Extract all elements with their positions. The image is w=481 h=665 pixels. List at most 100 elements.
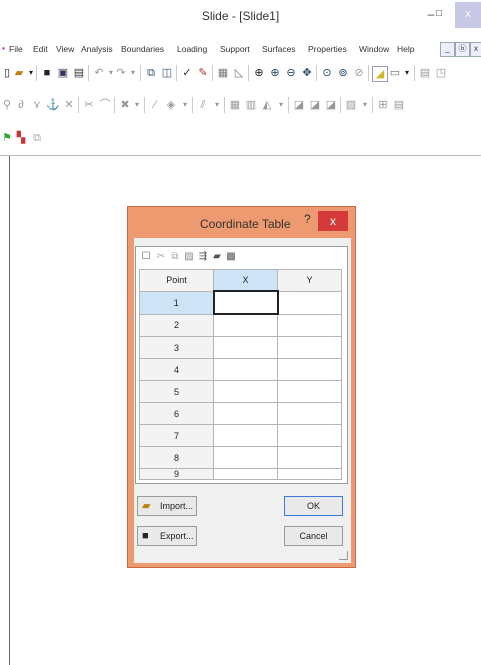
pan-icon[interactable]: ✥ [300,66,314,80]
cut-icon[interactable]: ✂ [154,250,168,264]
menu-surfaces[interactable]: Surfaces [262,44,296,54]
y-cell[interactable] [277,446,342,469]
print-icon[interactable]: ▤ [72,66,86,80]
mdi-minimize-button[interactable]: _ [440,42,455,57]
fill-c-icon[interactable]: ◪ [324,98,338,112]
row-header[interactable]: 8 [139,446,214,469]
fill-b-icon[interactable]: ◪ [308,98,322,112]
menu-window[interactable]: Window [359,44,389,54]
row-header[interactable]: 9 [139,468,214,480]
dialog-title-bar[interactable]: Coordinate Table ? x [128,207,357,238]
menu-boundaries[interactable]: Boundaries [121,44,164,54]
menu-help[interactable]: Help [397,44,414,54]
chart-dropdown-icon[interactable]: ▾ [274,98,288,112]
diamond-dropdown-icon[interactable]: ▾ [178,98,192,112]
menu-file[interactable]: File [9,44,23,54]
delete-row-icon[interactable]: ▰ [210,250,224,264]
zoom-window-icon[interactable]: ⊙ [320,66,334,80]
chart-icon[interactable]: ◭ [260,98,274,112]
import-button[interactable]: ▰ Import... [137,496,197,516]
x-cell[interactable] [213,468,278,480]
zoom-in-icon[interactable]: ⊕ [268,66,282,80]
row-header[interactable]: 7 [139,424,214,447]
y-cell[interactable] [277,402,342,425]
export-button[interactable]: ■ Export... [137,526,197,546]
row-header[interactable]: 5 [139,380,214,403]
bookmark-icon[interactable]: ▚ [14,131,28,145]
resize-grip[interactable] [339,551,348,560]
y-cell[interactable] [277,358,342,381]
x-cell[interactable] [212,290,279,315]
cancel-button[interactable]: Cancel [284,526,343,546]
angle-icon[interactable]: ⫽ [196,98,210,112]
y-cell[interactable] [277,424,342,447]
multi-dropdown-icon[interactable]: ▾ [130,98,144,112]
help-button[interactable]: ? [304,212,311,226]
zoom-extents-icon[interactable]: ⊘ [352,66,366,80]
diamond-icon[interactable]: ◈ [164,98,178,112]
zoom-out-icon[interactable]: ⊖ [284,66,298,80]
x-cell[interactable] [213,424,278,447]
paste-special-icon[interactable]: ◫ [160,66,174,80]
display-icon[interactable]: ▦ [216,66,230,80]
layer-dropdown-icon[interactable]: ▾ [400,66,414,80]
line-icon[interactable]: ⁄ [148,98,162,112]
save-icon[interactable]: ■ [40,66,54,80]
cross-icon[interactable]: ✕ [62,98,76,112]
redo-dropdown-icon[interactable]: ▾ [126,66,140,80]
y-cell[interactable] [277,336,342,359]
pin-icon[interactable]: ⋎ [30,98,44,112]
layout-alt-icon[interactable]: ◳ [434,66,448,80]
table-icon[interactable]: ▤ [392,98,406,112]
paste-icon[interactable]: ▨ [182,250,196,264]
grid-icon[interactable]: ▦ [228,98,242,112]
angle-dropdown-icon[interactable]: ▾ [210,98,224,112]
ok-button[interactable]: OK [284,496,343,516]
menu-loading[interactable]: Loading [177,44,207,54]
row-header[interactable]: 2 [139,313,214,337]
x-cell[interactable] [213,446,278,469]
fill-icon[interactable]: ▩ [224,250,238,264]
app-menu-icon[interactable]: ▪ [2,43,5,53]
grid-alt-icon[interactable]: ▥ [244,98,258,112]
copy-icon[interactable]: ⧉ [168,250,182,264]
maximize-button[interactable]: □ [432,2,446,28]
arc-icon[interactable]: ⌒ [98,98,112,112]
column-header-y[interactable]: Y [277,269,342,292]
insert-row-icon[interactable]: ⇶ [196,250,210,264]
y-cell[interactable] [277,290,342,315]
mdi-restore-button[interactable]: ⓑ [455,42,470,57]
x-cell[interactable] [213,336,278,359]
column-header-x[interactable]: X [213,269,278,292]
layout-icon[interactable]: ▤ [418,66,432,80]
zoom-all-icon[interactable]: ⊕ [252,66,266,80]
copy-icon[interactable]: ⧉ [144,66,158,80]
fill-a-icon[interactable]: ◪ [292,98,306,112]
y-cell[interactable] [277,313,342,337]
menu-support[interactable]: Support [220,44,250,54]
close-window-button[interactable]: x [455,2,481,28]
vertex-icon[interactable]: ∂ [14,98,28,112]
snap-icon[interactable]: ⚲ [0,98,14,112]
dialog-close-button[interactable]: x [318,211,348,231]
anchor-icon[interactable]: ⚓ [46,98,60,112]
x-cell[interactable] [213,358,278,381]
menu-view[interactable]: View [56,44,74,54]
report-dropdown-icon[interactable]: ▾ [358,98,372,112]
zoom-previous-icon[interactable]: ⊚ [336,66,350,80]
new-row-icon[interactable]: ☐ [139,250,153,264]
flag-icon[interactable]: ⚑ [0,131,14,145]
y-cell[interactable] [277,380,342,403]
cut-icon[interactable]: ✂ [82,98,96,112]
row-header[interactable]: 3 [139,336,214,359]
mdi-close-button[interactable]: x [470,42,481,57]
menu-edit[interactable]: Edit [33,44,48,54]
report-icon[interactable]: ▧ [344,98,358,112]
row-header[interactable]: 1 [139,290,214,315]
menu-properties[interactable]: Properties [308,44,347,54]
graph-icon[interactable]: ◺ [232,66,246,80]
y-cell[interactable] [277,468,342,480]
row-header[interactable]: 6 [139,402,214,425]
x-cell[interactable] [213,380,278,403]
x-cell[interactable] [213,313,278,337]
